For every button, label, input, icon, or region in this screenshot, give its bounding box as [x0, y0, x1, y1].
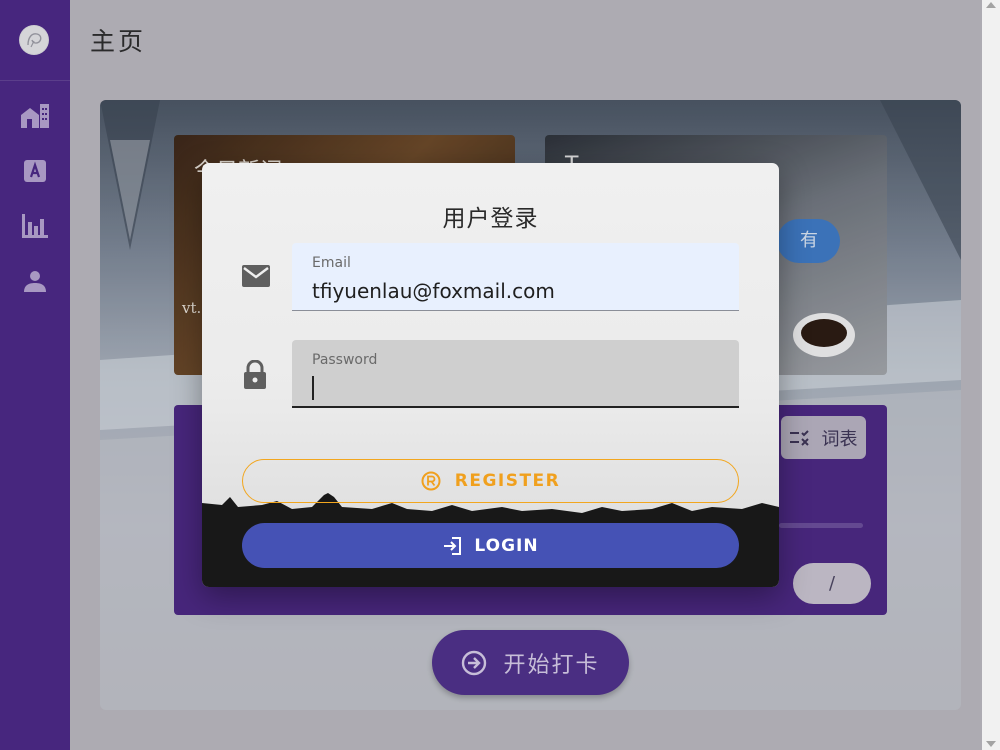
wordlist-button[interactable]: 词表 [781, 416, 866, 459]
coffee-cup-image [793, 313, 855, 357]
scroll-up-arrow-icon[interactable] [986, 2, 996, 8]
lock-icon [242, 359, 268, 394]
wordlist-button-label: 词表 [821, 428, 858, 450]
login-dialog: 用户登录 Email tfiyuenlau@foxmail.com Passwo… [202, 163, 779, 587]
login-icon [444, 536, 462, 555]
registered-icon [421, 471, 441, 491]
register-button-label: REGISTER [454, 471, 561, 491]
email-field-value[interactable]: tfiyuenlau@foxmail.com [312, 279, 719, 303]
arrow-circle-right-icon [462, 650, 487, 675]
sidebar-item-profile[interactable] [0, 261, 70, 301]
progress-fraction-chip[interactable]: / [793, 563, 871, 604]
sidebar [0, 0, 70, 750]
bar-chart-icon [22, 214, 48, 238]
scroll-down-arrow-icon[interactable] [986, 741, 996, 747]
sentence-card-chip[interactable]: 有 [777, 219, 840, 263]
logo-icon [20, 26, 48, 54]
sidebar-item-stats[interactable] [0, 206, 70, 246]
checklist-icon [789, 429, 809, 446]
letter-a-icon [24, 160, 46, 182]
password-field-label: Password [312, 352, 378, 368]
person-icon [24, 271, 46, 292]
email-field[interactable]: Email tfiyuenlau@foxmail.com [292, 243, 739, 311]
register-button[interactable]: REGISTER [242, 459, 739, 503]
password-field[interactable]: Password [292, 340, 739, 408]
login-button[interactable]: LOGIN [242, 523, 739, 568]
daily-word-pos: vt. [182, 299, 202, 317]
login-dialog-title: 用户登录 [442, 206, 539, 232]
progress-bar-track [779, 523, 863, 528]
email-field-label: Email [312, 255, 351, 271]
sidebar-item-home[interactable] [0, 96, 70, 136]
start-checkin-button[interactable]: 开始打卡 [432, 630, 629, 695]
text-caret [312, 376, 314, 400]
start-checkin-label: 开始打卡 [503, 652, 600, 678]
home-icon [21, 104, 49, 128]
app-logo[interactable] [19, 25, 49, 55]
page-title: 主页 [90, 27, 147, 56]
login-button-label: LOGIN [474, 535, 539, 556]
sidebar-item-words[interactable] [0, 151, 70, 191]
sidebar-divider [0, 80, 70, 81]
scrollbar[interactable] [982, 0, 1000, 750]
mail-icon [242, 265, 270, 291]
